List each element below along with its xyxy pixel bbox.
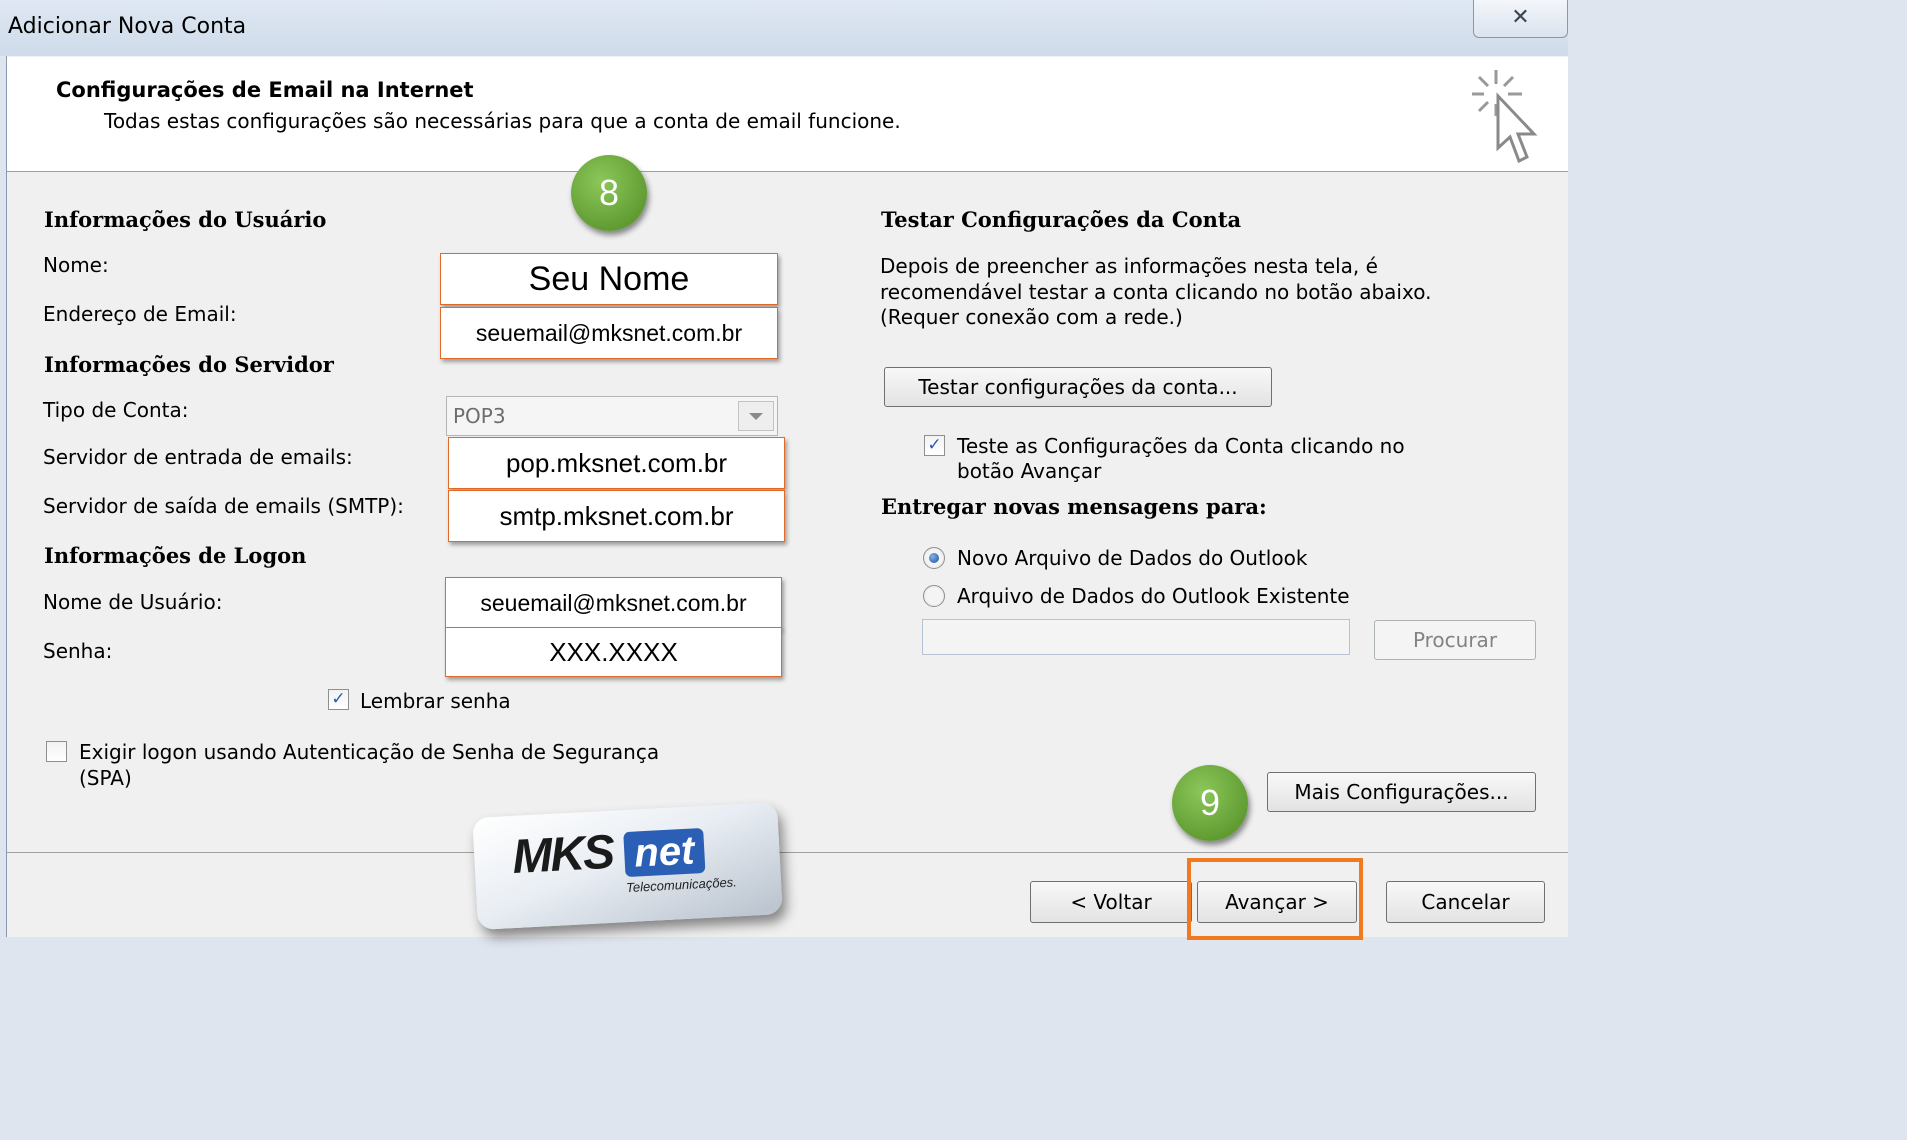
server-info-heading: Informações do Servidor	[44, 352, 334, 377]
close-button[interactable]: ✕	[1473, 0, 1568, 38]
account-type-label: Tipo de Conta:	[43, 398, 189, 422]
new-data-file-label: Novo Arquivo de Dados do Outlook	[957, 546, 1308, 570]
logon-info-heading: Informações de Logon	[44, 543, 307, 568]
header-title: Configurações de Email na Internet	[56, 78, 474, 102]
spa-checkbox[interactable]	[46, 741, 67, 762]
email-label: Endereço de Email:	[43, 302, 237, 326]
username-label: Nome de Usuário:	[43, 590, 223, 614]
name-label: Nome:	[43, 253, 109, 277]
auto-test-checkbox[interactable]: ✓	[924, 435, 945, 456]
logo-brand-mks: MKS	[511, 825, 615, 884]
logo-brand-net: net	[623, 827, 706, 878]
remember-password-checkbox[interactable]: ✓	[328, 689, 349, 710]
password-label: Senha:	[43, 639, 113, 663]
account-type-value: POP3	[453, 404, 506, 428]
name-field[interactable]: Seu Nome	[440, 253, 778, 305]
next-button-highlight	[1187, 858, 1363, 940]
password-field[interactable]: XXX.XXXX	[445, 627, 782, 677]
auto-test-label-line2: botão Avançar	[957, 459, 1102, 483]
logo-tagline: Telecomunicações.	[625, 874, 738, 896]
cancel-button[interactable]: Cancelar	[1386, 881, 1545, 923]
auto-test-label-line1: Teste as Configurações da Conta clicando…	[957, 434, 1405, 458]
deliver-heading: Entregar novas mensagens para:	[881, 494, 1267, 519]
test-account-settings-button[interactable]: Testar configurações da conta...	[884, 367, 1272, 407]
browse-button[interactable]: Procurar	[1374, 620, 1536, 660]
mksnet-logo: MKS net Telecomunicações.	[472, 802, 783, 930]
step-9-badge: 9	[1172, 765, 1248, 841]
more-settings-button[interactable]: Mais Configurações...	[1267, 772, 1536, 812]
test-desc-line1: Depois de preencher as informações nesta…	[880, 254, 1378, 278]
outgoing-server-field[interactable]: smtp.mksnet.com.br	[448, 490, 785, 542]
chevron-down-icon	[749, 413, 763, 420]
close-icon: ✕	[1511, 5, 1530, 30]
account-type-select[interactable]: POP3	[446, 396, 778, 436]
header-subtitle: Todas estas configurações são necessária…	[104, 109, 901, 133]
test-desc-line2: recomendável testar a conta clicando no …	[880, 280, 1432, 304]
step-8-badge: 8	[571, 155, 647, 231]
test-desc-line3: (Requer conexão com a rede.)	[880, 305, 1183, 329]
incoming-server-field[interactable]: pop.mksnet.com.br	[448, 437, 785, 489]
new-data-file-radio[interactable]	[923, 547, 945, 569]
spa-label-line2: (SPA)	[79, 766, 132, 790]
wizard-cursor-icon	[1472, 70, 1538, 164]
back-button[interactable]: < Voltar	[1030, 881, 1192, 923]
existing-data-file-radio[interactable]	[923, 585, 945, 607]
user-info-heading: Informações do Usuário	[44, 207, 327, 232]
outgoing-server-label: Servidor de saída de emails (SMTP):	[43, 494, 404, 518]
dropdown-arrow-button[interactable]	[738, 401, 774, 431]
incoming-server-label: Servidor de entrada de emails:	[43, 445, 353, 469]
window-title: Adicionar Nova Conta	[8, 14, 247, 39]
existing-data-file-label: Arquivo de Dados do Outlook Existente	[957, 584, 1350, 608]
remember-password-label: Lembrar senha	[360, 689, 511, 713]
existing-data-file-input[interactable]	[922, 619, 1350, 655]
username-field[interactable]: seuemail@mksnet.com.br	[445, 577, 782, 629]
spa-label-line1: Exigir logon usando Autenticação de Senh…	[79, 740, 660, 764]
email-field[interactable]: seuemail@mksnet.com.br	[440, 307, 778, 359]
test-settings-heading: Testar Configurações da Conta	[881, 207, 1242, 232]
footer-divider	[7, 852, 1568, 853]
